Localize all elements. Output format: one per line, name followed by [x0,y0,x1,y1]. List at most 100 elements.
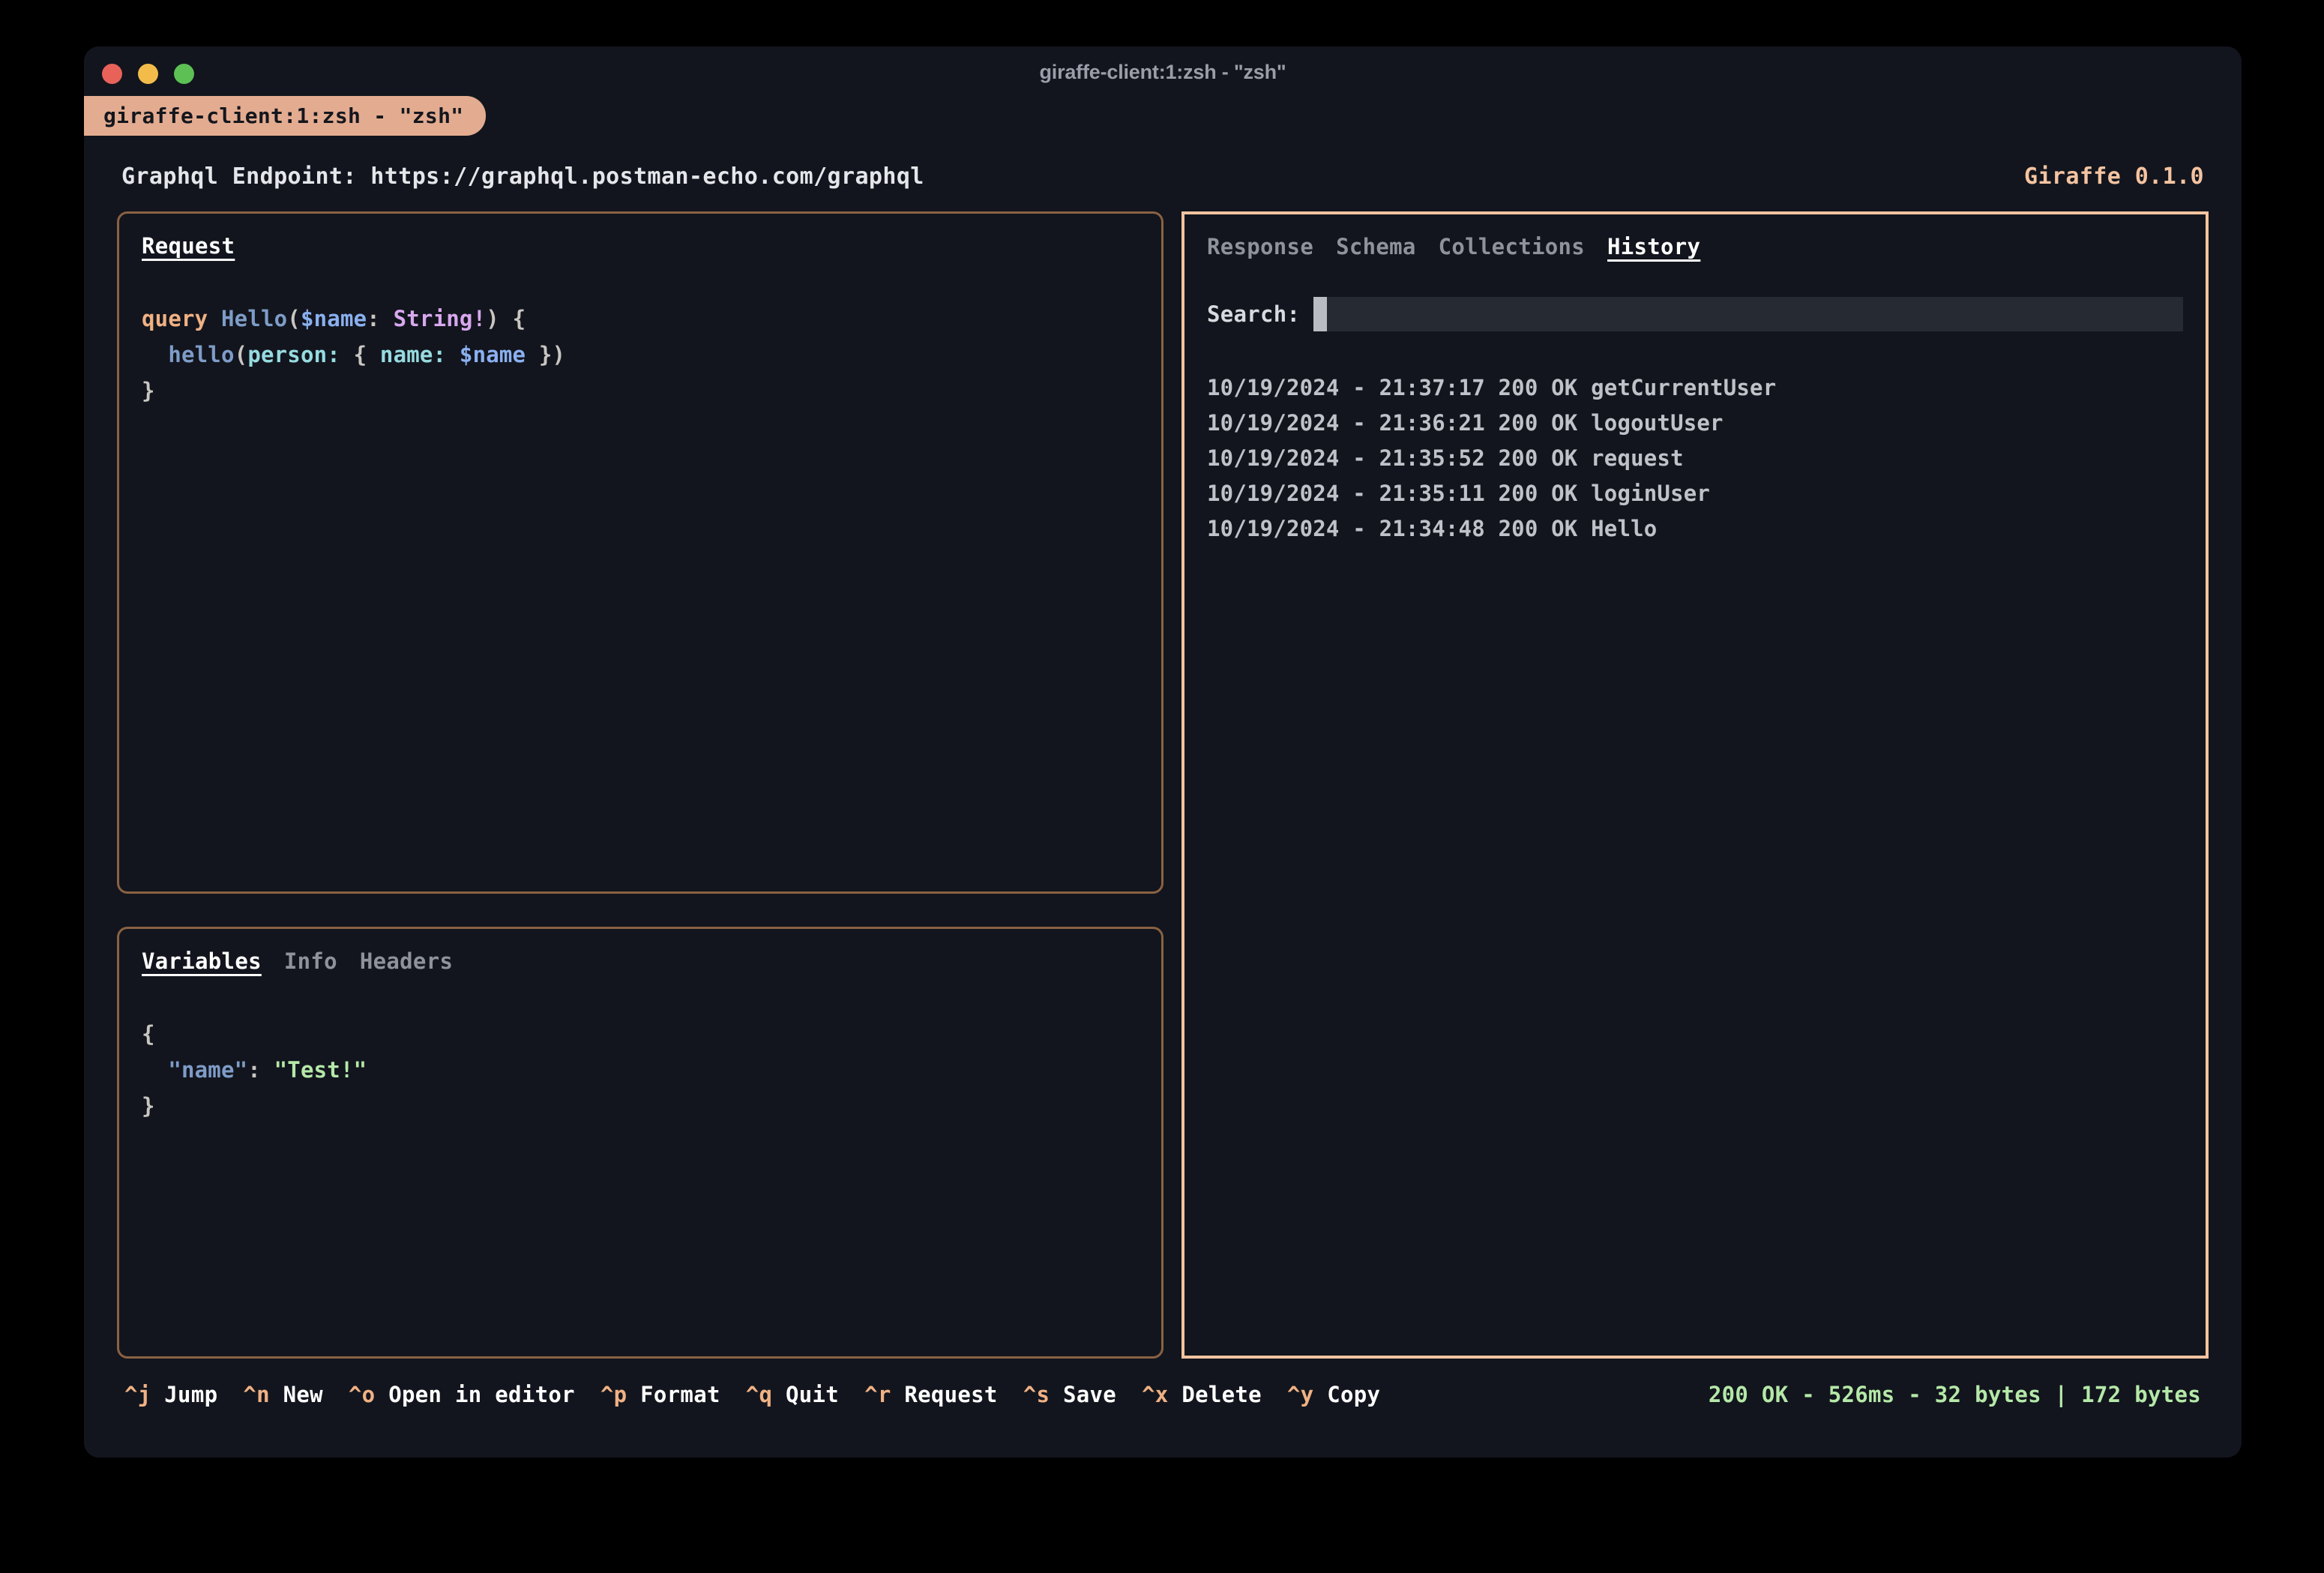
right-column: Response Schema Collections History Sear… [1181,211,2209,1359]
query-arg-variable: $name [459,342,526,367]
app-body: Graphql Endpoint: https://graphql.postma… [84,139,2242,1458]
shortcut-key: ^p [600,1382,627,1407]
shortcut-format[interactable]: ^p Format [600,1382,720,1407]
list-item[interactable]: 10/19/2024 - 21:35:11 200 OK loginUser [1207,481,1710,506]
shortcut-label [375,1382,388,1407]
shortcut-key: ^s [1023,1382,1050,1407]
list-item[interactable]: 10/19/2024 - 21:37:17 200 OK getCurrentU… [1207,375,1776,400]
shortcut-label [1313,1382,1327,1407]
shortcut-jump[interactable]: ^j Jump [124,1382,217,1407]
variables-editor[interactable]: { "name": "Test!" } [142,1016,1139,1124]
history-list: 10/19/2024 - 21:37:17 200 OK getCurrentU… [1207,370,2183,547]
shortcut-copy[interactable]: ^y Copy [1287,1382,1380,1407]
query-obj-brace-open: { [340,342,380,367]
shortcut-text: Open in editor [388,1382,575,1407]
query-type: String! [393,306,487,331]
response-panel-tabs: Response Schema Collections History [1207,234,2183,259]
search-row: Search: [1207,297,2183,331]
status-bar: ^j Jump ^n New ^o Open in editor ^p Form… [117,1359,2209,1431]
vars-brace-close: } [142,1093,155,1119]
vars-key-name: "name" [168,1057,248,1083]
left-column: Request query Hello($name: String!) { he… [117,211,1163,1359]
search-input[interactable] [1313,297,2183,331]
shortcut-text: Delete [1181,1382,1262,1407]
tab-collections[interactable]: Collections [1439,234,1585,259]
list-item[interactable]: 10/19/2024 - 21:36:21 200 OK logoutUser [1207,410,1724,436]
query-paren-close: ) [486,306,499,331]
main-columns: Request query Hello($name: String!) { he… [117,211,2209,1359]
search-label: Search: [1207,301,1301,327]
list-item[interactable]: 10/19/2024 - 21:35:52 200 OK request [1207,445,1684,471]
endpoint-row: Graphql Endpoint: https://graphql.postma… [117,139,2209,211]
shortcut-label [270,1382,283,1407]
app-version: Giraffe 0.1.0 [2024,163,2204,190]
text-cursor [1313,297,1328,331]
query-field: hello [168,342,235,367]
shortcut-key: ^r [864,1382,891,1407]
shortcut-key: ^n [243,1382,270,1407]
request-panel-tabs: Request [142,233,1139,259]
vars-indent [142,1057,168,1083]
tab-history[interactable]: History [1607,234,1700,259]
tab-schema[interactable]: Schema [1336,234,1416,259]
shortcut-key: ^x [1142,1382,1169,1407]
response-panel[interactable]: Response Schema Collections History Sear… [1181,211,2209,1359]
shortcut-text: Format [640,1382,720,1407]
terminal-window: giraffe-client:1:zsh - "zsh" giraffe-cli… [84,46,2242,1458]
shortcut-delete[interactable]: ^x Delete [1142,1382,1262,1407]
shortcut-label [772,1382,786,1407]
query-operation-name: Hello [220,306,288,331]
query-indent [142,342,168,367]
shortcut-label [891,1382,905,1407]
tab-variables[interactable]: Variables [142,948,262,974]
vars-value-name: "Test!" [274,1057,367,1083]
shortcut-label [627,1382,640,1407]
window-title: giraffe-client:1:zsh - "zsh" [1039,61,1286,83]
query-arg-person: person: [247,342,340,367]
query-obj-brace-close: } [526,342,553,367]
query-colon: : [367,306,394,331]
shortcut-text: New [283,1382,323,1407]
query-editor[interactable]: query Hello($name: String!) { hello(pers… [142,301,1139,409]
shortcut-text: Save [1062,1382,1117,1407]
shortcut-key: ^j [124,1382,151,1407]
tab-request[interactable]: Request [142,233,235,259]
request-panel[interactable]: Request query Hello($name: String!) { he… [117,211,1163,894]
shortcut-new[interactable]: ^n New [243,1382,323,1407]
shortcut-open-in-editor[interactable]: ^o Open in editor [349,1382,575,1407]
shortcut-save[interactable]: ^s Save [1023,1382,1116,1407]
window-titlebar: giraffe-client:1:zsh - "zsh" [84,46,2242,96]
shortcut-text: Copy [1327,1382,1381,1407]
tab-bar: giraffe-client:1:zsh - "zsh" [84,96,2242,139]
response-stats: 200 OK - 526ms - 32 bytes | 172 bytes [1708,1382,2201,1407]
shortcut-key: ^y [1286,1382,1314,1407]
shortcut-request[interactable]: ^r Request [864,1382,998,1407]
vars-brace-open: { [142,1021,155,1047]
query-paren-open: ( [287,306,301,331]
shortcut-quit[interactable]: ^q Quit [746,1382,839,1407]
variables-panel[interactable]: Variables Info Headers { "name": "Test!"… [117,927,1163,1359]
shortcut-text: Quit [786,1382,840,1407]
shortcut-key: ^o [348,1382,376,1407]
query-variable: $name [300,306,367,331]
query-field-paren-open: ( [234,342,248,367]
query-keyword: query [142,306,208,331]
shortcut-text: Request [904,1382,998,1407]
shortcut-label [151,1382,165,1407]
graphql-endpoint: Graphql Endpoint: https://graphql.postma… [121,163,924,190]
tab-info[interactable]: Info [284,948,337,974]
query-arg-name: name: [379,342,447,367]
variables-panel-tabs: Variables Info Headers [142,948,1139,974]
vars-colon: : [247,1057,274,1083]
query-brace-open: { [499,306,526,331]
tab-headers[interactable]: Headers [360,948,453,974]
query-arg-space [446,342,460,367]
shortcut-list: ^j Jump ^n New ^o Open in editor ^p Form… [124,1382,1380,1407]
query-field-paren-close: ) [552,342,566,367]
terminal-tab[interactable]: giraffe-client:1:zsh - "zsh" [84,96,487,136]
tab-response[interactable]: Response [1207,234,1313,259]
shortcut-key: ^q [745,1382,773,1407]
list-item[interactable]: 10/19/2024 - 21:34:48 200 OK Hello [1207,516,1657,541]
shortcut-label [1050,1382,1063,1407]
shortcut-text: Jump [164,1382,218,1407]
